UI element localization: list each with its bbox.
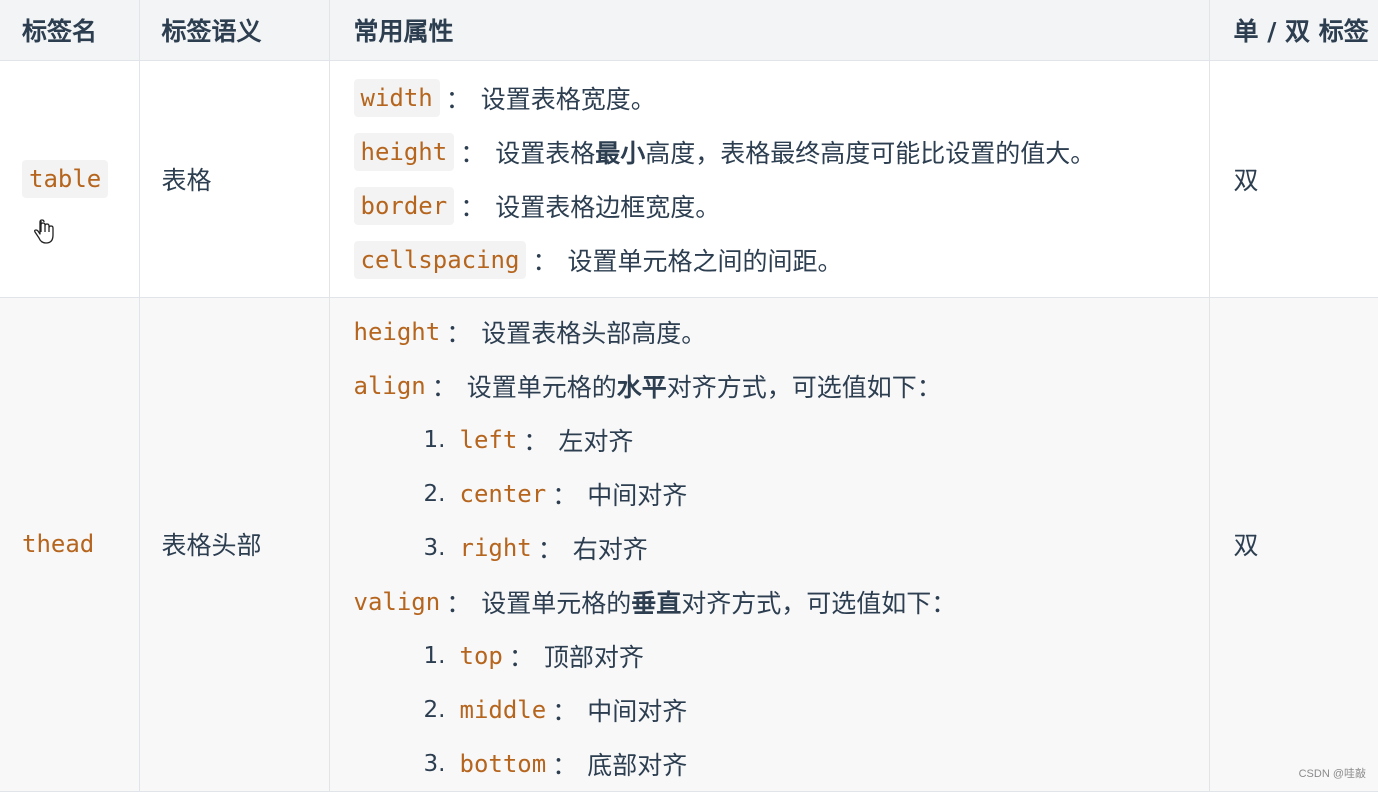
option-number: 2. xyxy=(423,480,446,507)
option-desc: 中间对齐 xyxy=(587,480,688,510)
attr-line-align: align ： 设置单元格的 水平 对齐方式，可选值如下： xyxy=(354,359,1209,413)
attr-desc: 对齐方式，可选值如下： xyxy=(666,372,942,402)
separator: ： xyxy=(446,588,472,618)
attr-desc-bold: 垂直 xyxy=(631,588,682,618)
attr-desc: 设置单元格的 xyxy=(481,588,632,618)
table-row: table 表格 width ： 设置表格宽度。 height ： 设置表格 最小… xyxy=(0,60,1378,298)
option-item: 1. top ： 顶部对齐 xyxy=(354,629,1209,683)
attr-desc-bold: 最小 xyxy=(595,138,646,168)
option-code: right xyxy=(459,533,532,562)
attr-desc: 高度，表格最终高度可能比设置的值大。 xyxy=(645,138,1096,168)
attr-code: border xyxy=(353,186,455,225)
separator: ： xyxy=(446,318,472,348)
option-desc: 底部对齐 xyxy=(587,750,688,780)
attr-desc-bold: 水平 xyxy=(616,372,667,402)
option-desc: 中间对齐 xyxy=(587,696,688,726)
option-desc: 右对齐 xyxy=(572,534,648,564)
option-code: center xyxy=(459,479,547,508)
attrs-cell: width ： 设置表格宽度。 height ： 设置表格 最小 高度，表格最终高度… xyxy=(329,60,1210,298)
option-number: 1. xyxy=(423,426,446,453)
header-single-double: 单 / 双 标签 xyxy=(1209,0,1378,61)
separator: ： xyxy=(445,84,471,114)
separator: ： xyxy=(552,696,578,726)
attr-desc: 设置表格 xyxy=(495,138,596,168)
attr-line-height: height ： 设置表格头部高度。 xyxy=(354,305,1209,359)
tag-code: thead xyxy=(22,530,95,558)
attr-desc: 对齐方式，可选值如下： xyxy=(681,588,957,618)
attr-code: cellspacing xyxy=(353,240,527,279)
option-item: 3. right ： 右对齐 xyxy=(354,521,1209,575)
option-code: bottom xyxy=(459,749,547,778)
attrs-cell: height ： 设置表格头部高度。 align ： 设置单元格的 水平 对齐方式，… xyxy=(329,297,1210,792)
html-table-tags-reference: 标签名 标签语义 常用属性 单 / 双 标签 table 表格 width ： … xyxy=(0,0,1378,792)
attr-line-height: height ： 设置表格 最小 高度，表格最终高度可能比设置的值大。 xyxy=(353,125,1209,179)
attr-code: height xyxy=(353,317,441,346)
attr-line-border: border ： 设置表格边框宽度。 xyxy=(353,179,1209,233)
tag-code: table xyxy=(22,159,109,198)
attr-desc: 设置表格边框宽度。 xyxy=(495,192,721,222)
attr-code: width xyxy=(353,78,440,117)
separator: ： xyxy=(552,480,578,510)
separator: ： xyxy=(523,426,549,456)
option-number: 1. xyxy=(423,642,446,669)
separator: ： xyxy=(431,372,457,402)
option-item: 2. center ： 中间对齐 xyxy=(354,467,1209,521)
separator: ： xyxy=(460,192,486,222)
header-tag-semantic: 标签语义 xyxy=(139,0,330,61)
semantic-cell: 表格头部 xyxy=(139,297,330,792)
separator: ： xyxy=(537,534,563,564)
option-item: 1. left ： 左对齐 xyxy=(354,413,1209,467)
semantic-cell: 表格 xyxy=(139,60,330,298)
separator: ： xyxy=(532,246,558,276)
attr-code: height xyxy=(353,132,455,171)
pair-cell: 双 xyxy=(1209,297,1378,792)
separator: ： xyxy=(460,138,486,168)
watermark: CSDN @哇敲 xyxy=(1298,768,1366,780)
tag-cell: thead xyxy=(0,297,140,792)
option-item: 3. bottom ： 底部对齐 xyxy=(354,737,1209,791)
option-desc: 左对齐 xyxy=(558,426,634,456)
option-number: 2. xyxy=(423,696,446,723)
option-number: 3. xyxy=(423,534,446,561)
option-desc: 顶部对齐 xyxy=(543,642,644,672)
tag-cell: table xyxy=(0,60,140,298)
attr-line-width: width ： 设置表格宽度。 xyxy=(353,71,1209,125)
option-item: 2. middle ： 中间对齐 xyxy=(354,683,1209,737)
header-common-attrs: 常用属性 xyxy=(329,0,1210,61)
hand-pointer-icon xyxy=(34,218,54,244)
option-code: middle xyxy=(459,695,547,724)
separator: ： xyxy=(508,642,534,672)
separator: ： xyxy=(552,750,578,780)
attr-desc: 设置单元格之间的间距。 xyxy=(567,246,843,276)
header-row: 标签名 标签语义 常用属性 单 / 双 标签 xyxy=(0,0,1378,61)
attr-code: valign xyxy=(353,587,441,616)
pair-cell: 双 xyxy=(1209,60,1378,298)
option-code: top xyxy=(459,641,503,670)
option-number: 3. xyxy=(423,750,446,777)
attr-line-valign: valign ： 设置单元格的 垂直 对齐方式，可选值如下： xyxy=(354,575,1209,629)
attr-code: align xyxy=(353,371,426,400)
attr-desc: 设置表格宽度。 xyxy=(480,84,656,114)
option-code: left xyxy=(459,425,518,454)
header-tag-name: 标签名 xyxy=(0,0,140,61)
attr-desc: 设置单元格的 xyxy=(466,372,617,402)
table-row: thead 表格头部 height ： 设置表格头部高度。 align ： 设置… xyxy=(0,297,1378,792)
attr-line-cellspacing: cellspacing ： 设置单元格之间的间距。 xyxy=(353,233,1209,287)
attr-desc: 设置表格头部高度。 xyxy=(481,318,707,348)
